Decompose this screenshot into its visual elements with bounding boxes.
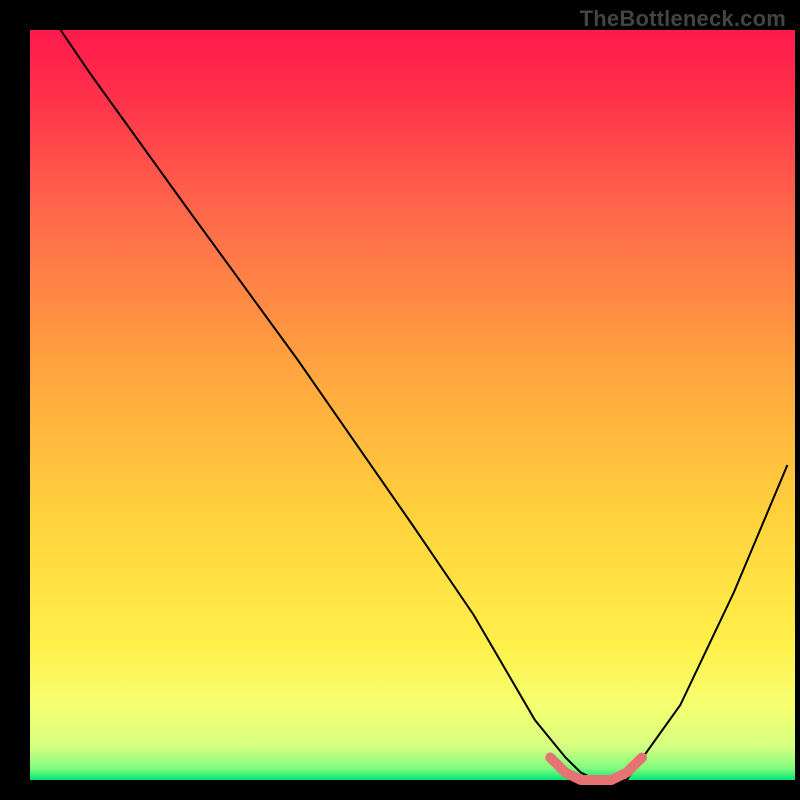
bottleneck-chart <box>0 0 800 800</box>
chart-container: TheBottleneck.com <box>0 0 800 800</box>
watermark-label: TheBottleneck.com <box>580 6 786 32</box>
chart-background-gradient <box>30 30 795 780</box>
